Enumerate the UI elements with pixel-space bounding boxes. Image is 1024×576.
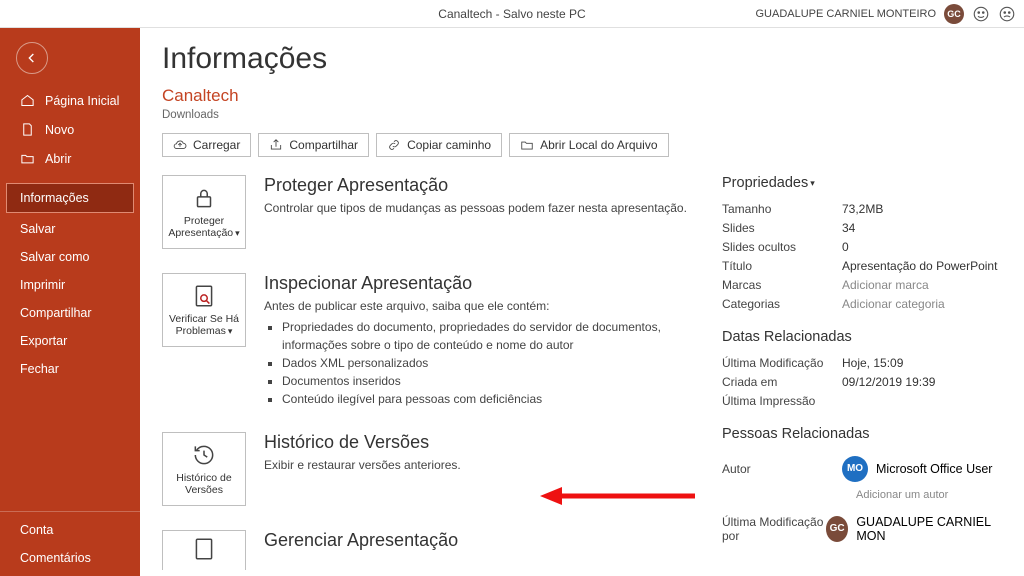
inspect-title: Inspecionar Apresentação <box>264 273 692 294</box>
feedback-smile-icon[interactable] <box>972 5 990 23</box>
home-icon <box>20 93 35 108</box>
inspect-bullet: Documentos inseridos <box>282 372 692 390</box>
feedback-frown-icon[interactable] <box>998 5 1016 23</box>
prop-title-k: Título <box>722 259 842 273</box>
prop-modby-k: Última Modificação por <box>722 515 826 543</box>
nav-share-label: Compartilhar <box>20 306 92 320</box>
version-history-button[interactable]: Histórico de Versões <box>162 432 246 506</box>
share-icon <box>269 138 283 152</box>
prop-printed-k: Última Impressão <box>722 394 842 408</box>
nav-share[interactable]: Compartilhar <box>0 299 140 327</box>
nav-new[interactable]: Novo <box>0 115 140 144</box>
prop-slides-v: 34 <box>842 221 855 235</box>
manage-title: Gerenciar Apresentação <box>264 530 458 551</box>
inspect-icon <box>191 283 217 309</box>
prop-title-v[interactable]: Apresentação do PowerPoint <box>842 259 997 273</box>
related-people-header: Pessoas Relacionadas <box>722 426 1000 442</box>
inspect-lead: Antes de publicar este arquivo, saiba qu… <box>264 298 692 314</box>
prop-hidden-v: 0 <box>842 240 849 254</box>
nav-feedback-label: Comentários <box>20 551 91 565</box>
nav-open[interactable]: Abrir <box>0 144 140 173</box>
prop-size-v: 73,2MB <box>842 202 883 216</box>
author-avatar: MO <box>842 456 868 482</box>
nav-home[interactable]: Página Inicial <box>0 86 140 115</box>
manage-presentation-button[interactable] <box>162 530 246 570</box>
history-desc: Exibir e restaurar versões anteriores. <box>264 457 461 473</box>
protect-desc: Controlar que tipos de mudanças as pesso… <box>264 200 687 216</box>
author-person[interactable]: MO Microsoft Office User <box>842 453 992 485</box>
nav-export[interactable]: Exportar <box>0 327 140 355</box>
nav-home-label: Página Inicial <box>45 94 119 108</box>
cloud-upload-icon <box>173 138 187 152</box>
upload-button[interactable]: Carregar <box>162 133 251 157</box>
history-title: Histórico de Versões <box>264 432 461 453</box>
back-button[interactable] <box>16 42 48 74</box>
manage-icon <box>191 536 217 562</box>
window-title: Canaltech - Salvo neste PC <box>438 7 585 21</box>
nav-close[interactable]: Fechar <box>0 355 140 383</box>
nav-saveas[interactable]: Salvar como <box>0 243 140 271</box>
folder-icon <box>520 138 534 152</box>
related-dates-header: Datas Relacionadas <box>722 329 1000 345</box>
nav-info[interactable]: Informações <box>6 183 134 213</box>
backstage-sidebar: Página Inicial Novo Abrir Informações Sa… <box>0 28 140 576</box>
link-icon <box>387 138 401 152</box>
copy-path-button[interactable]: Copiar caminho <box>376 133 502 157</box>
prop-cat-v[interactable]: Adicionar categoria <box>842 297 945 311</box>
nav-save-label: Salvar <box>20 222 55 236</box>
new-icon <box>20 122 35 137</box>
add-author-button[interactable]: Adicionar um autor <box>856 489 1000 501</box>
nav-close-label: Fechar <box>20 362 59 376</box>
nav-print[interactable]: Imprimir <box>0 271 140 299</box>
nav-account[interactable]: Conta <box>0 516 140 544</box>
inspect-bullet: Propriedades do documento, propriedades … <box>282 318 692 354</box>
history-icon <box>191 442 217 468</box>
nav-account-label: Conta <box>20 523 53 537</box>
modby-avatar: GC <box>826 516 848 542</box>
modby-person[interactable]: GC GUADALUPE CARNIEL MON <box>826 512 1000 546</box>
nav-feedback[interactable]: Comentários <box>0 544 140 572</box>
prop-hidden-k: Slides ocultos <box>722 240 842 254</box>
account-avatar[interactable]: GC <box>944 4 964 24</box>
modby-name: GUADALUPE CARNIEL MON <box>856 515 1000 543</box>
prop-mod-v: Hoje, 15:09 <box>842 356 903 370</box>
share-button[interactable]: Compartilhar <box>258 133 369 157</box>
nav-save[interactable]: Salvar <box>0 215 140 243</box>
lock-icon <box>191 185 217 211</box>
prop-mod-k: Última Modificação <box>722 356 842 370</box>
properties-header[interactable]: Propriedades▾ <box>722 175 1000 191</box>
nav-print-label: Imprimir <box>20 278 65 292</box>
inspect-bullet: Dados XML personalizados <box>282 354 692 372</box>
open-icon <box>20 151 35 166</box>
nav-info-label: Informações <box>20 191 89 205</box>
protect-title: Proteger Apresentação <box>264 175 687 196</box>
nav-new-label: Novo <box>45 123 74 137</box>
inspect-bullet: Conteúdo ilegível para pessoas com defic… <box>282 390 692 408</box>
nav-saveas-label: Salvar como <box>20 250 89 264</box>
nav-export-label: Exportar <box>20 334 67 348</box>
check-issues-button[interactable]: Verificar Se Há Problemas▾ <box>162 273 246 347</box>
document-path: Downloads <box>162 109 1000 121</box>
prop-created-v: 09/12/2019 19:39 <box>842 375 935 389</box>
page-title: Informações <box>162 42 1000 76</box>
document-name: Canaltech <box>162 86 1000 106</box>
prop-author-k: Autor <box>722 462 842 476</box>
nav-open-label: Abrir <box>45 152 71 166</box>
prop-size-k: Tamanho <box>722 202 842 216</box>
prop-cat-k: Categorias <box>722 297 842 311</box>
prop-created-k: Criada em <box>722 375 842 389</box>
open-location-button[interactable]: Abrir Local do Arquivo <box>509 133 668 157</box>
account-name[interactable]: GUADALUPE CARNIEL MONTEIRO <box>755 8 936 20</box>
protect-presentation-button[interactable]: Proteger Apresentação▾ <box>162 175 246 249</box>
prop-tags-k: Marcas <box>722 278 842 292</box>
prop-tags-v[interactable]: Adicionar marca <box>842 278 929 292</box>
author-name: Microsoft Office User <box>876 462 992 476</box>
prop-slides-k: Slides <box>722 221 842 235</box>
